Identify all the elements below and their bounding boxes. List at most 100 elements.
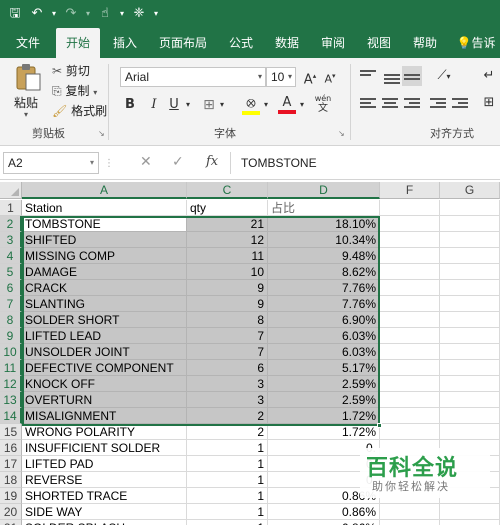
cell-qty[interactable]: 2 bbox=[187, 408, 268, 424]
cell-station[interactable]: INSUFFICIENT SOLDER bbox=[22, 440, 187, 456]
tab-view[interactable]: 视图 bbox=[360, 28, 398, 58]
cell-station[interactable]: SOLDER SPLASH bbox=[22, 520, 187, 525]
tab-home[interactable]: 开始 bbox=[56, 28, 100, 58]
cell-ratio[interactable]: 0.86% bbox=[268, 504, 380, 520]
cell-station[interactable]: WRONG POLARITY bbox=[22, 424, 187, 440]
cell-qty[interactable]: 12 bbox=[187, 232, 268, 248]
cell-f[interactable] bbox=[380, 424, 440, 440]
underline-button[interactable]: U bbox=[166, 96, 182, 114]
cell-qty[interactable]: 10 bbox=[187, 264, 268, 280]
tab-data[interactable]: 数据 bbox=[268, 28, 306, 58]
wrap-text-icon[interactable]: ↵ bbox=[478, 67, 500, 85]
row-header[interactable]: 16 bbox=[0, 440, 22, 456]
cell-station[interactable]: SHIFTED bbox=[22, 232, 187, 248]
fill-color-dropdown-icon[interactable]: ▾ bbox=[262, 96, 270, 114]
cancel-icon[interactable]: ✕ bbox=[140, 154, 152, 170]
cell-qty[interactable]: 2 bbox=[187, 424, 268, 440]
cell-g[interactable] bbox=[440, 296, 500, 312]
row-header[interactable]: 6 bbox=[0, 280, 22, 296]
cell-station[interactable]: SOLDER SHORT bbox=[22, 312, 187, 328]
fill-color-button[interactable]: ⭙ bbox=[242, 94, 260, 115]
row-header[interactable]: 11 bbox=[0, 360, 22, 376]
row-header[interactable]: 21 bbox=[0, 520, 22, 525]
tab-formulas[interactable]: 公式 bbox=[222, 28, 260, 58]
font-launcher-icon[interactable]: ↘ bbox=[338, 129, 345, 138]
italic-button[interactable]: I bbox=[146, 96, 162, 114]
align-left-icon[interactable] bbox=[360, 96, 376, 110]
row-header[interactable]: 13 bbox=[0, 392, 22, 408]
font-name-select[interactable]: Arial ▾ bbox=[120, 67, 266, 87]
column-header-d[interactable]: D bbox=[268, 182, 380, 199]
cell-ratio[interactable]: 6.90% bbox=[268, 312, 380, 328]
enter-icon[interactable]: ✓ bbox=[172, 154, 184, 170]
cell-station[interactable]: Station bbox=[22, 200, 187, 216]
cell-ratio[interactable]: 18.10% bbox=[268, 216, 380, 232]
cell-station[interactable]: DEFECTIVE COMPONENT bbox=[22, 360, 187, 376]
cell-ratio[interactable]: 1.72% bbox=[268, 424, 380, 440]
row-header[interactable]: 12 bbox=[0, 376, 22, 392]
insert-function-icon[interactable]: fx bbox=[206, 154, 218, 169]
undo-dropdown-icon[interactable]: ▾ bbox=[48, 0, 60, 28]
cell-qty[interactable]: qty bbox=[187, 200, 268, 216]
touch-mode-icon[interactable]: ☝ bbox=[94, 0, 116, 28]
row-header[interactable]: 9 bbox=[0, 328, 22, 344]
cell-f[interactable] bbox=[380, 328, 440, 344]
row-header[interactable]: 1 bbox=[0, 200, 22, 216]
cell-g[interactable] bbox=[440, 504, 500, 520]
formula-input[interactable]: TOMBSTONE bbox=[230, 152, 498, 174]
cell-station[interactable]: SLANTING bbox=[22, 296, 187, 312]
cell-g[interactable] bbox=[440, 424, 500, 440]
redo-dropdown-icon[interactable]: ▾ bbox=[82, 0, 94, 28]
cell-g[interactable] bbox=[440, 312, 500, 328]
cell-qty[interactable]: 7 bbox=[187, 344, 268, 360]
align-top-icon[interactable] bbox=[360, 68, 376, 78]
cell-qty[interactable]: 1 bbox=[187, 520, 268, 525]
cell-f[interactable] bbox=[380, 376, 440, 392]
tab-tell-me[interactable]: 💡告诉 bbox=[452, 28, 500, 58]
cell-qty[interactable]: 11 bbox=[187, 248, 268, 264]
cell-g[interactable] bbox=[440, 392, 500, 408]
cell-qty[interactable]: 1 bbox=[187, 472, 268, 488]
phonetic-button[interactable]: wén 文 bbox=[312, 94, 334, 114]
cell-g[interactable] bbox=[440, 248, 500, 264]
grow-font-button[interactable]: A▴ bbox=[302, 67, 318, 89]
align-middle-icon[interactable] bbox=[384, 72, 400, 86]
tab-help[interactable]: 帮助 bbox=[406, 28, 444, 58]
cell-g[interactable] bbox=[440, 360, 500, 376]
cell-station[interactable]: LIFTED PAD bbox=[22, 456, 187, 472]
cell-station[interactable]: MISSING COMP bbox=[22, 248, 187, 264]
cell-f[interactable] bbox=[380, 216, 440, 232]
cell-ratio[interactable]: 6.03% bbox=[268, 328, 380, 344]
cell-ratio[interactable]: 0.86% bbox=[268, 520, 380, 525]
tab-review[interactable]: 审阅 bbox=[314, 28, 352, 58]
row-header[interactable]: 17 bbox=[0, 456, 22, 472]
align-center-icon[interactable] bbox=[382, 96, 398, 110]
increase-indent-icon[interactable] bbox=[452, 96, 468, 110]
column-header-g[interactable]: G bbox=[440, 182, 500, 199]
cell-g[interactable] bbox=[440, 216, 500, 232]
cell-ratio[interactable]: 10.34% bbox=[268, 232, 380, 248]
cell-f[interactable] bbox=[380, 280, 440, 296]
cell-f[interactable] bbox=[380, 344, 440, 360]
font-size-select[interactable]: 10 ▾ bbox=[266, 67, 296, 87]
cell-qty[interactable]: 9 bbox=[187, 296, 268, 312]
cell-ratio[interactable]: 占比 bbox=[268, 200, 380, 216]
paste-dropdown-icon[interactable]: ▾ bbox=[24, 110, 28, 119]
tab-file[interactable]: 文件 bbox=[10, 28, 46, 58]
shrink-font-button[interactable]: A▾ bbox=[322, 67, 338, 89]
cell-qty[interactable]: 1 bbox=[187, 440, 268, 456]
cell-station[interactable]: DAMAGE bbox=[22, 264, 187, 280]
cell-f[interactable] bbox=[380, 392, 440, 408]
cell-qty[interactable]: 1 bbox=[187, 488, 268, 504]
cell-station[interactable]: LIFTED LEAD bbox=[22, 328, 187, 344]
cell-station[interactable]: SIDE WAY bbox=[22, 504, 187, 520]
row-header[interactable]: 18 bbox=[0, 472, 22, 488]
copy-button[interactable]: ⎘ 复制 ▾ bbox=[52, 82, 97, 99]
row-header[interactable]: 14 bbox=[0, 408, 22, 424]
cell-f[interactable] bbox=[380, 408, 440, 424]
cell-g[interactable] bbox=[440, 264, 500, 280]
cell-f[interactable] bbox=[380, 296, 440, 312]
cell-f[interactable] bbox=[380, 248, 440, 264]
cell-qty[interactable]: 7 bbox=[187, 328, 268, 344]
save-icon[interactable]: 🖫 bbox=[4, 0, 26, 28]
